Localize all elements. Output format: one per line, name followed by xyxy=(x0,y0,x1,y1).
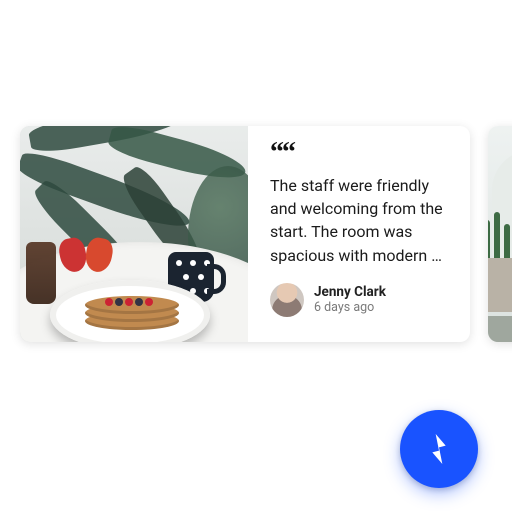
testimonial-image xyxy=(488,126,512,342)
author-time: 6 days ago xyxy=(314,300,386,316)
quote-icon: ““ xyxy=(270,146,448,160)
testimonial-image xyxy=(20,126,248,342)
testimonial-carousel[interactable]: ““ The staff were friendly and welcoming… xyxy=(20,126,512,342)
lightning-bidirectional-icon xyxy=(419,429,459,469)
testimonial-card[interactable]: ““ The staff were friendly and welcoming… xyxy=(20,126,470,342)
testimonial-text: The staff were friendly and welcoming fr… xyxy=(270,174,448,267)
testimonial-content: ““ The staff were friendly and welcoming… xyxy=(248,126,470,342)
author-name: Jenny Clark xyxy=(314,284,386,301)
testimonial-author: Jenny Clark 6 days ago xyxy=(270,283,448,317)
action-fab-button[interactable] xyxy=(400,410,478,488)
testimonial-card[interactable] xyxy=(488,126,512,342)
testimonial-carousel-region: ““ The staff were friendly and welcoming… xyxy=(0,0,512,512)
avatar xyxy=(270,283,304,317)
